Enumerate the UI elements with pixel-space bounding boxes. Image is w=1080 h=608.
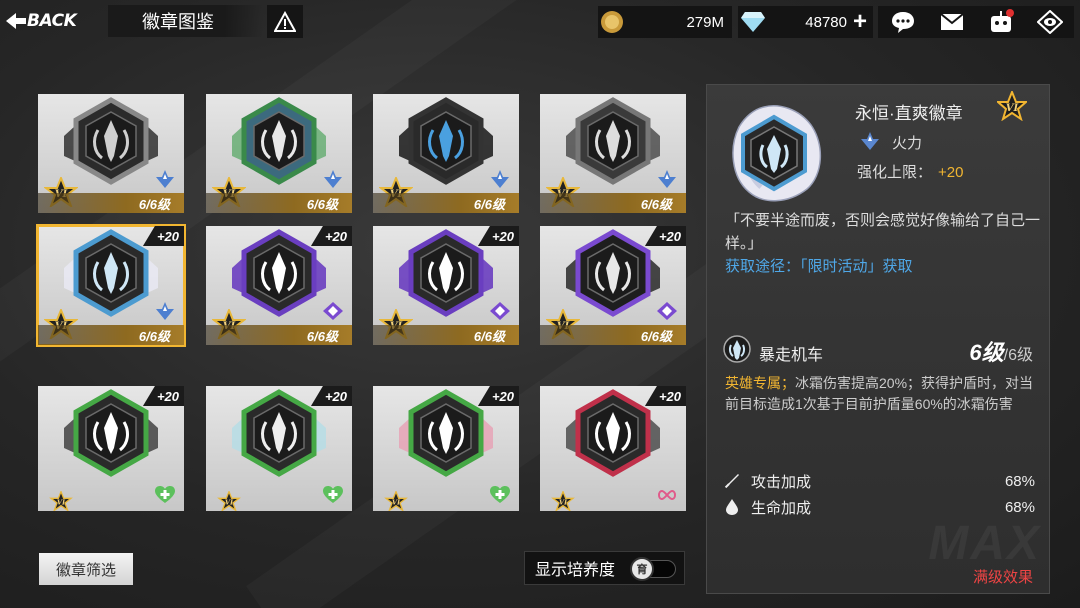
badge-card[interactable]: VI +20 (38, 386, 184, 511)
fire-type-icon (154, 169, 176, 189)
infinity-icon (656, 485, 678, 505)
badge-level: 6/6级 (540, 325, 686, 345)
add-gem-button[interactable]: + (853, 10, 867, 34)
badge-card[interactable]: VI 6/6级 (38, 94, 184, 213)
selected-badge-icon (732, 105, 822, 202)
badge-level: 6/6级 (206, 325, 352, 345)
stat-attack: 攻击加成 68% (723, 469, 1035, 493)
badge-type: 火力 (892, 135, 923, 152)
rank-text: VI (225, 498, 234, 506)
badge-level: 6/6级 (38, 193, 184, 213)
stat-attack-label: 攻击加成 (751, 473, 812, 491)
notification-dot (1005, 9, 1014, 17)
badge-card[interactable]: VI 6/6级 (540, 94, 686, 213)
stat-health-label: 生命加成 (751, 499, 812, 517)
badge-level: 6/6级 (373, 193, 519, 213)
skill-icon (723, 335, 751, 363)
show-development-toggle[interactable]: 显示培养度 育 (524, 551, 685, 585)
rank-star-icon: VI (217, 491, 241, 511)
top-bar: BACK 徽章图鉴 279M 48780 + (0, 0, 1080, 44)
purple-diamond-icon (489, 301, 511, 321)
gem-resource: 48780 + (738, 6, 873, 38)
badge-card[interactable]: VI +20 (373, 386, 519, 511)
toggle-switch[interactable]: 育 (630, 557, 676, 581)
badge-card[interactable]: VI +20 (540, 386, 686, 511)
badge-level: 6/6级 (38, 325, 184, 345)
badge-detail-panel: MAX 永恒·直爽徽章 VI 火力 强化上限： +20 「不要半途而废，否则会感觉… (706, 84, 1050, 594)
skill-level-max: /6级 (1003, 347, 1033, 364)
page-title: 徽章图鉴 (108, 5, 263, 37)
badge-card[interactable]: VI +206/6级 (206, 226, 352, 345)
mail-icon (939, 13, 964, 30)
fire-type-icon (861, 132, 879, 150)
skill-name: 暴走机车 (759, 347, 824, 364)
coin-icon (601, 11, 623, 33)
top-icon-group (878, 6, 1074, 38)
eye-icon (1036, 10, 1063, 34)
stat-health-value: 68% (1004, 498, 1035, 516)
toggle-knob: 育 (630, 557, 654, 581)
green-heart-icon (322, 485, 344, 505)
badge-card[interactable]: VI +206/6级 (373, 226, 519, 345)
badge-card[interactable]: VI 6/6级 (373, 94, 519, 213)
green-heart-icon (154, 485, 176, 505)
mail-button[interactable] (935, 8, 969, 36)
badge-card[interactable]: VI +206/6级 (540, 226, 686, 345)
green-heart-icon (489, 485, 511, 505)
back-label: BACK (27, 11, 77, 31)
fire-type-icon (322, 169, 344, 189)
robot-button[interactable] (984, 8, 1018, 36)
fire-type-icon (489, 169, 511, 189)
purple-diamond-icon (656, 301, 678, 321)
back-button[interactable]: BACK (6, 6, 106, 36)
skill-level: 6级/6级 (969, 335, 1033, 367)
skill-level-current: 6级 (969, 340, 1004, 365)
drop-icon (726, 499, 738, 515)
coin-resource: 279M (598, 6, 732, 38)
rank-text: VI (559, 498, 568, 506)
badge-level: 6/6级 (373, 325, 519, 345)
fire-type-icon (154, 301, 176, 321)
enhance-limit: 强化上限： +20 (857, 161, 963, 182)
badge-level: 6/6级 (206, 193, 352, 213)
gem-amount: 48780 (805, 13, 847, 31)
rank-star-icon: VI (49, 491, 73, 511)
obtain-source-link[interactable]: 获取途径：「限时活动」获取 (725, 255, 913, 276)
badge-quote: 「不要半途而废，否则会感觉好像输给了自己一样。」 (725, 212, 1041, 252)
max-level-effect-button[interactable]: 满级效果 (973, 566, 1033, 587)
enhance-limit-label: 强化上限： (857, 164, 933, 181)
back-arrow-icon (6, 13, 26, 29)
diamond-icon (741, 12, 765, 32)
show-development-label: 显示培养度 (535, 562, 616, 579)
badge-card[interactable]: VI 6/6级 (206, 94, 352, 213)
rank-star-icon: VI (551, 491, 575, 511)
eye-menu-button[interactable] (1033, 8, 1067, 36)
max-watermark: MAX (928, 517, 1041, 570)
chat-button[interactable] (886, 8, 920, 36)
info-button[interactable] (267, 5, 303, 38)
badge-name: 永恒·直爽徽章 (855, 104, 963, 123)
badge-card[interactable]: VI +206/6级 (36, 224, 186, 347)
badge-card[interactable]: VI +20 (206, 386, 352, 511)
enhance-limit-value: +20 (938, 164, 964, 181)
warning-icon (274, 10, 296, 32)
rank-star-icon: VI (384, 491, 408, 511)
sword-icon (724, 474, 739, 489)
stat-attack-value: 68% (1004, 472, 1035, 490)
rank-text: VI (57, 498, 66, 506)
rank-star-icon: VI (997, 91, 1027, 121)
skill-desc-highlight: 英雄专属； (725, 375, 795, 391)
skill-description: 英雄专属；冰霜伤害提高20%；获得护盾时，对当前目标造成1次基于目前护盾量60%… (725, 373, 1041, 415)
rank-text: VI (392, 498, 401, 506)
chat-bubble-icon (891, 12, 914, 33)
badge-filter-button[interactable]: 徽章筛选 (39, 553, 133, 585)
rank-text: VI (1006, 103, 1019, 114)
fire-type-icon (656, 169, 678, 189)
coin-amount: 279M (686, 13, 724, 31)
purple-diamond-icon (322, 301, 344, 321)
stat-health: 生命加成 68% (723, 495, 1035, 519)
badge-level: 6/6级 (540, 193, 686, 213)
